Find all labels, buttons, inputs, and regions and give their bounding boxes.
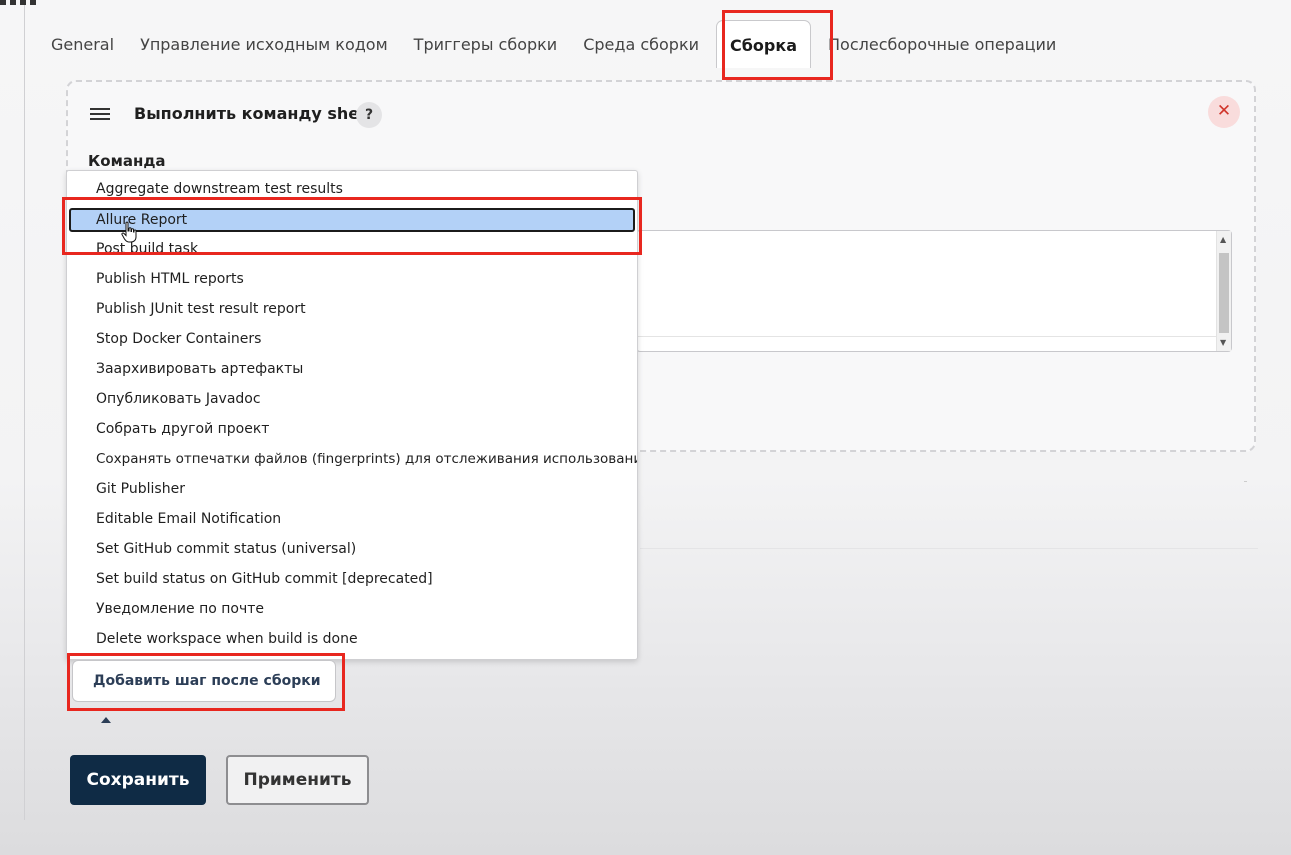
apply-button[interactable]: Применить	[226, 755, 369, 805]
tab-build[interactable]: Сборка	[716, 20, 812, 68]
command-textarea[interactable]: ▲ ▼	[636, 230, 1232, 352]
scroll-down-arrow-icon[interactable]: ▼	[1220, 338, 1226, 347]
menu-item-build-other-project[interactable]: Собрать другой проект	[69, 418, 635, 442]
tab-post-build-actions[interactable]: Послесборочные операции	[815, 35, 1069, 68]
tab-build-triggers[interactable]: Триггеры сборки	[401, 35, 571, 68]
hand-cursor-icon	[121, 221, 137, 243]
tab-build-environment[interactable]: Среда сборки	[570, 35, 712, 68]
config-tabs: General Управление исходным кодом Тригге…	[38, 20, 1069, 68]
textarea-scrollbar[interactable]: ▲ ▼	[1216, 231, 1231, 351]
menu-item-publish-html[interactable]: Publish HTML reports	[69, 268, 635, 292]
menu-item-stop-docker[interactable]: Stop Docker Containers	[69, 328, 635, 352]
scroll-thumb[interactable]	[1219, 253, 1229, 333]
scroll-up-arrow-icon[interactable]: ▲	[1220, 235, 1226, 244]
cropped-breadcrumb-text	[0, 0, 46, 5]
textarea-inner-border	[637, 336, 1217, 337]
menu-item-archive-artifacts[interactable]: Заархивировать артефакты	[69, 358, 635, 382]
menu-item-editable-email[interactable]: Editable Email Notification	[69, 508, 635, 532]
menu-item-fingerprints[interactable]: Сохранять отпечатки файлов (fingerprints…	[69, 448, 637, 472]
caret-up-icon	[101, 717, 111, 723]
post-build-step-menu: Aggregate downstream test results Allure…	[66, 170, 638, 660]
menu-item-email-notification[interactable]: Уведомление по почте	[69, 598, 635, 622]
menu-item-publish-junit[interactable]: Publish JUnit test result report	[69, 298, 635, 322]
menu-item-allure-report[interactable]: Allure Report	[69, 208, 635, 232]
drag-handle-icon[interactable]	[90, 108, 110, 121]
command-label: Команда	[88, 152, 166, 170]
add-step-label: Добавить шаг после сборки	[93, 673, 321, 689]
menu-item-git-publisher[interactable]: Git Publisher	[69, 478, 635, 502]
page-left-border	[24, 0, 25, 820]
menu-item-aggregate-downstream[interactable]: Aggregate downstream test results	[69, 178, 635, 202]
save-button[interactable]: Сохранить	[70, 755, 206, 805]
divider-fragment	[1244, 481, 1247, 482]
menu-item-delete-workspace[interactable]: Delete workspace when build is done	[69, 628, 635, 652]
help-icon[interactable]: ?	[356, 102, 382, 128]
add-post-build-step-button[interactable]: Добавить шаг после сборки	[72, 660, 336, 723]
menu-item-post-build-task[interactable]: Post build task	[69, 238, 635, 254]
menu-item-github-build-status[interactable]: Set build status on GitHub commit [depre…	[69, 568, 635, 592]
menu-item-github-commit-status[interactable]: Set GitHub commit status (universal)	[69, 538, 635, 562]
tab-source-code-management[interactable]: Управление исходным кодом	[127, 35, 401, 68]
tab-general[interactable]: General	[38, 35, 127, 68]
menu-item-publish-javadoc[interactable]: Опубликовать Javadoc	[69, 388, 635, 412]
section-divider	[640, 548, 1258, 549]
step-title: Выполнить команду shell	[134, 104, 371, 123]
close-icon[interactable]: ✕	[1208, 96, 1240, 128]
